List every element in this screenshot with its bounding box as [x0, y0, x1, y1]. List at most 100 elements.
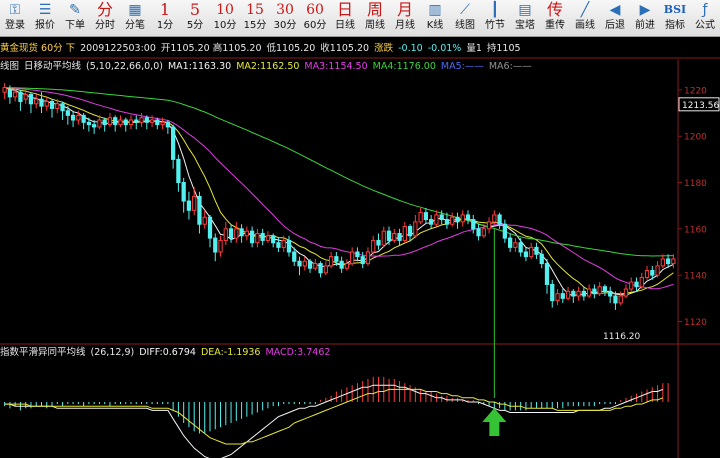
candle-body [397, 232, 402, 241]
candle-body [113, 117, 118, 126]
candle-body [192, 195, 197, 211]
candle-body [660, 258, 665, 267]
candle-body [481, 228, 486, 237]
candle-body [550, 283, 555, 302]
candle-body [650, 270, 655, 276]
candle-body [518, 242, 523, 253]
candle-body [13, 91, 18, 98]
candle-body [508, 237, 513, 248]
candle-body [44, 100, 49, 107]
candle-body [597, 286, 602, 295]
candle-body [118, 119, 123, 126]
candle-body [260, 232, 265, 241]
candle-body [265, 235, 271, 241]
candle-body [576, 290, 581, 297]
price-tick-label: 1200 [684, 133, 707, 143]
candle-body [328, 256, 334, 267]
candle-body [65, 110, 70, 116]
candle-body [471, 219, 476, 230]
current-price-label: 1213.56 [682, 101, 719, 111]
price-tick-label: 1220 [684, 86, 707, 96]
candle-body [155, 119, 160, 126]
candle-body [102, 119, 107, 126]
candle-body [492, 214, 497, 223]
candle-body [623, 288, 629, 297]
candle-body [586, 288, 592, 297]
price-chart: 1220 1200 1180 1160 1140 1120 1213.56 1116.20 [0, 57, 720, 458]
candle-body [249, 230, 255, 244]
candle-body [39, 98, 44, 107]
candle-body [49, 100, 55, 109]
candle-body [439, 214, 444, 221]
candle-body [144, 117, 149, 123]
candle-body [555, 293, 560, 302]
candle-body [665, 258, 671, 265]
candle-body [218, 239, 223, 253]
candle-body [423, 212, 429, 221]
candle-body [302, 260, 307, 267]
candle-body [2, 87, 7, 93]
candle-body [123, 119, 128, 126]
candle-body [465, 214, 471, 221]
candle-body [392, 232, 397, 241]
candle-body [560, 293, 565, 299]
price-tick-label: 1180 [684, 179, 707, 189]
candle-body [502, 223, 507, 239]
candle-body [413, 221, 418, 237]
candle-body [386, 230, 392, 241]
candle-body [271, 235, 276, 244]
candle-body [213, 237, 218, 253]
candle-body [513, 242, 518, 248]
candle-body [92, 124, 97, 128]
candle-body [292, 251, 297, 262]
candle-body [181, 182, 186, 202]
low-price-marker: 1116.20 [603, 332, 640, 342]
candle-body [565, 290, 571, 299]
candle-body [402, 226, 407, 241]
candle-body [497, 214, 502, 225]
candle-body [23, 94, 28, 100]
up-arrow-icon [482, 408, 507, 436]
candle-body [355, 251, 360, 258]
candle-body [450, 216, 455, 225]
candle-body [571, 290, 576, 297]
candle-body [7, 89, 13, 98]
candle-body [486, 221, 492, 230]
candle-body [276, 242, 281, 248]
candle-body [581, 290, 586, 297]
candle-body [455, 216, 460, 223]
candle-body [344, 263, 350, 269]
candle-body [55, 103, 60, 109]
candle-body [523, 251, 529, 258]
candle-body [529, 246, 534, 258]
candle-body [76, 114, 81, 121]
candle-body [613, 295, 618, 304]
candle-body [655, 265, 660, 276]
candle-body [60, 103, 65, 112]
candle-body [81, 114, 86, 123]
candle-body [634, 281, 639, 288]
candle-body [407, 226, 413, 237]
candle-body [186, 200, 192, 211]
candle-body [544, 263, 550, 285]
candle-body [18, 91, 23, 102]
candle-body [602, 286, 608, 292]
candle-body [207, 216, 213, 239]
candle-body [149, 119, 155, 123]
candle-body [592, 288, 597, 295]
candle-body [139, 117, 144, 123]
candle-body [429, 219, 434, 225]
candle-body [671, 258, 676, 265]
candle-body [339, 260, 344, 269]
candle-body [381, 230, 386, 246]
candle-body [134, 119, 139, 123]
candle-body [234, 228, 239, 239]
candle-body [128, 119, 134, 126]
candle-body [644, 270, 650, 278]
dea-line [4, 388, 663, 445]
price-tick-label: 1140 [684, 272, 707, 282]
candle-body [239, 228, 244, 237]
candle-body [534, 246, 539, 255]
candle-body [313, 263, 318, 269]
diff-line [4, 384, 663, 458]
